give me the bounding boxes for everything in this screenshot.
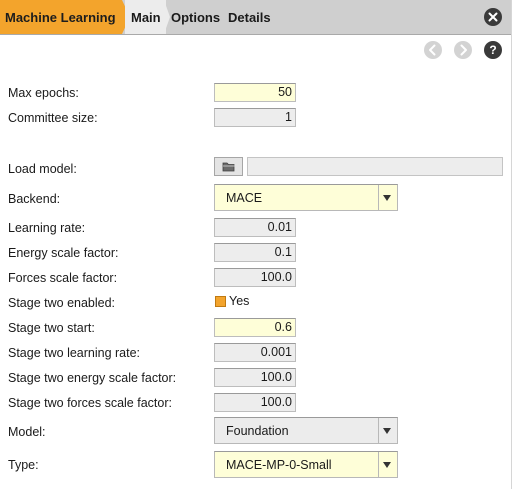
folder-icon [222, 162, 235, 172]
learning-rate-label: Learning rate: [8, 221, 86, 235]
backend-value: MACE [226, 191, 263, 205]
backend-label: Backend: [8, 192, 61, 206]
chevron-down-icon [383, 462, 391, 468]
model-path-input[interactable] [247, 157, 503, 176]
stage-two-energy-label: Stage two energy scale factor: [8, 371, 177, 385]
committee-size-input[interactable]: 1 [214, 108, 296, 127]
chevron-right-icon [460, 44, 467, 56]
stage-two-enabled-checkbox[interactable] [215, 296, 226, 307]
scrollbar[interactable] [511, 0, 524, 489]
chevron-down-icon [383, 195, 391, 201]
stage-two-forces-label: Stage two forces scale factor: [8, 396, 172, 410]
close-icon [488, 12, 498, 22]
browse-button[interactable] [214, 157, 243, 176]
tab-main[interactable]: Main [125, 0, 166, 34]
stage-two-forces-input[interactable]: 100.0 [214, 393, 296, 412]
previous-button[interactable] [424, 41, 442, 59]
close-button[interactable] [484, 8, 502, 26]
forces-scale-input[interactable]: 100.0 [214, 268, 296, 287]
energy-scale-input[interactable]: 0.1 [214, 243, 296, 262]
model-dropdown-button[interactable] [378, 418, 397, 443]
model-select[interactable]: Foundation [214, 417, 398, 444]
max-epochs-label: Max epochs: [8, 86, 79, 100]
type-value: MACE-MP-0-Small [226, 458, 332, 472]
header-bar: Machine Learning Main Options Details [0, 0, 511, 35]
breadcrumb-label: Machine Learning [5, 10, 116, 25]
max-epochs-input[interactable]: 50 [214, 83, 296, 102]
stage-two-enabled-value: Yes [229, 294, 250, 308]
stage-two-enabled-label: Stage two enabled: [8, 296, 116, 310]
forces-scale-label: Forces scale factor: [8, 271, 118, 285]
model-value: Foundation [226, 424, 289, 438]
breadcrumb-machine-learning[interactable]: Machine Learning [0, 0, 122, 34]
backend-dropdown-button[interactable] [378, 185, 397, 210]
type-select[interactable]: MACE-MP-0-Small [214, 451, 398, 478]
type-dropdown-button[interactable] [378, 452, 397, 477]
type-label: Type: [8, 458, 39, 472]
learning-rate-input[interactable]: 0.01 [214, 218, 296, 237]
tab-main-label: Main [131, 10, 161, 25]
model-label: Model: [8, 425, 46, 439]
committee-size-label: Committee size: [8, 111, 98, 125]
help-button[interactable]: ? [484, 41, 502, 59]
tab-separator [164, 0, 170, 34]
stage-two-lr-input[interactable]: 0.001 [214, 343, 296, 362]
next-button[interactable] [454, 41, 472, 59]
load-model-label: Load model: [8, 162, 77, 176]
tab-options[interactable]: Options [171, 10, 220, 25]
backend-select[interactable]: MACE [214, 184, 398, 211]
stage-two-energy-input[interactable]: 100.0 [214, 368, 296, 387]
stage-two-start-input[interactable]: 0.6 [214, 318, 296, 337]
chevron-down-icon [383, 428, 391, 434]
tab-details[interactable]: Details [228, 10, 271, 25]
stage-two-start-label: Stage two start: [8, 321, 95, 335]
chevron-left-icon [429, 44, 436, 56]
energy-scale-label: Energy scale factor: [8, 246, 119, 260]
stage-two-lr-label: Stage two learning rate: [8, 346, 141, 360]
